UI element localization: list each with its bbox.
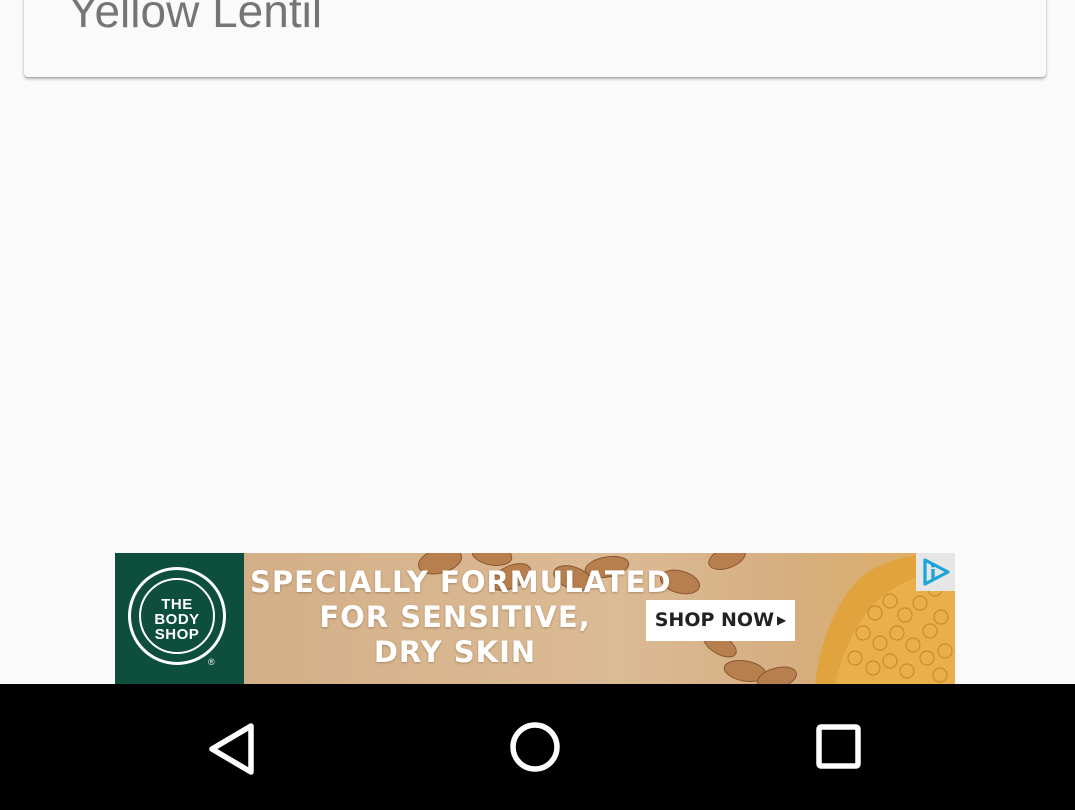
ad-headline-line: SPECIALLY FORMULATED (250, 565, 672, 599)
ad-headline-line: DRY SKIN (373, 635, 537, 669)
back-triangle-icon (209, 723, 254, 775)
ad-headline: SPECIALLY FORMULATED FOR SENSITIVE, DRY … (250, 565, 672, 670)
recents-square-icon (816, 724, 861, 769)
card-title: Yellow Lentil (68, 0, 323, 37)
ad-banner[interactable]: THE BODY SHOP ® SPECIALLY FORMULATED FOR… (115, 553, 955, 684)
adchoices-icon[interactable] (916, 553, 955, 591)
shop-now-label: SHOP NOW (654, 609, 775, 631)
play-triangle-icon: ▶ (777, 613, 787, 627)
home-button[interactable] (500, 714, 570, 784)
screen: Yellow Lentil THE BODY SHOP ® SPECIALLY … (0, 0, 1075, 810)
ingredient-card[interactable]: Yellow Lentil (24, 0, 1046, 77)
registered-mark: ® (208, 657, 215, 667)
brand-logo-text: THE BODY SHOP (154, 596, 200, 643)
brand-logo-panel: THE BODY SHOP ® (115, 553, 244, 684)
home-circle-icon (510, 722, 560, 772)
shop-now-button[interactable]: SHOP NOW ▶ (646, 600, 795, 641)
back-button[interactable] (197, 714, 267, 784)
recents-button[interactable] (804, 714, 874, 784)
ad-headline-line: FOR SENSITIVE, (319, 600, 591, 634)
system-navigation-bar (0, 684, 1075, 810)
brand-logo: THE BODY SHOP (128, 567, 226, 665)
